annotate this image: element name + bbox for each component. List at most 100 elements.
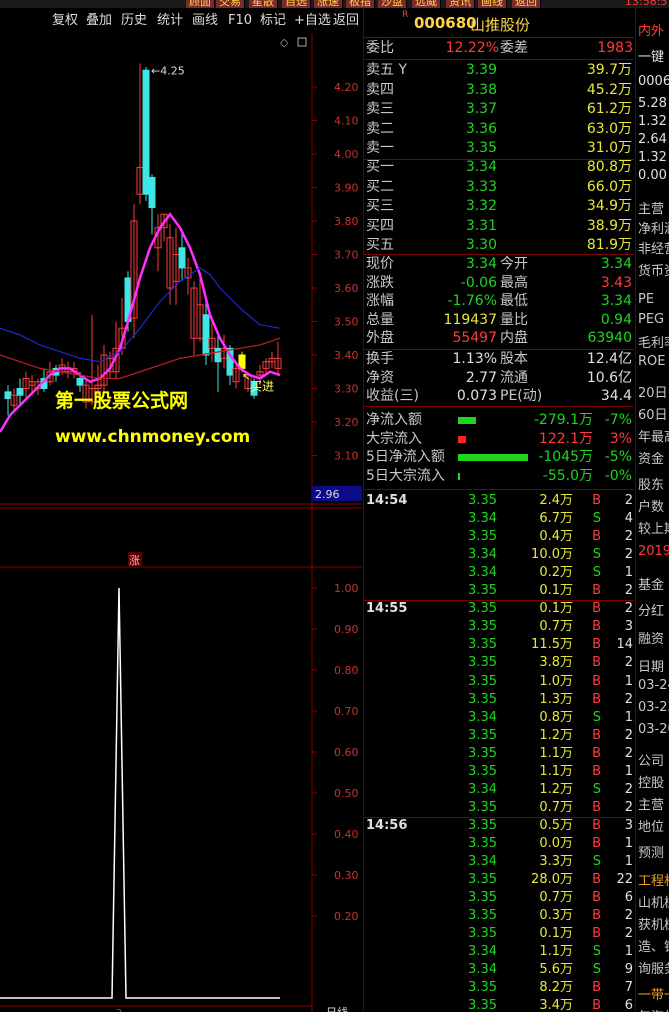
sep	[364, 59, 634, 60]
f10-item[interactable]: 5.28	[638, 96, 667, 111]
f10-item[interactable]: 1.32	[638, 150, 667, 165]
toolbar-btn-7[interactable]: +自选	[294, 12, 331, 30]
top-menu-3[interactable]: 自选	[282, 0, 311, 8]
f10-item[interactable]: 03-20	[638, 722, 669, 737]
f10-item[interactable]: 融资	[638, 628, 664, 647]
top-menu-6[interactable]: 沙盘	[378, 0, 407, 8]
f10-item[interactable]: 毛利率	[638, 332, 669, 351]
f10-item[interactable]: 工程机	[638, 870, 669, 889]
toolbar-btn-2[interactable]: 历史	[121, 12, 147, 30]
f10-item[interactable]: 日期	[638, 656, 664, 675]
f10-item[interactable]: 03-24	[638, 678, 669, 693]
ask-vol: 45.2万	[586, 81, 632, 98]
f10-item[interactable]: 1.32	[638, 114, 667, 129]
f10-item[interactable]: 净利润	[638, 218, 669, 237]
f10-item[interactable]: 地位	[638, 816, 664, 835]
f10-item[interactable]: PE	[638, 292, 654, 307]
f10-item[interactable]: 询服务	[638, 958, 669, 977]
tick-row: 3.35 1.1万 B 1	[364, 763, 634, 781]
f10-item[interactable]: 造、销	[638, 936, 669, 955]
tick-row: 3.35 1.0万 B 1	[364, 673, 634, 691]
toolbar-btn-5[interactable]: F10	[228, 12, 252, 30]
f10-item[interactable]: 非经营	[638, 238, 669, 257]
f10-item[interactable]: 0006	[638, 74, 669, 89]
toolbar-btn-3[interactable]: 统计	[157, 12, 183, 30]
tick-price: 3.35	[468, 727, 497, 743]
f10-item[interactable]: 年海外	[638, 1006, 669, 1012]
kline-chart-area[interactable]: ◇ 4.20 4.10 4.00 3.90 3.80 3.70 3.60 3.50 3.40 3.3…	[0, 34, 362, 1012]
bottom-tab-daily[interactable]: 日线	[326, 1005, 348, 1012]
f10-item[interactable]: 0.00	[638, 168, 667, 183]
f10-item[interactable]: 年最高	[638, 426, 669, 445]
top-menu-10[interactable]: 返回	[512, 0, 541, 8]
f10-item[interactable]: 20日	[638, 382, 668, 401]
f10-item[interactable]: 基金	[638, 574, 664, 593]
top-menu-bar: 顾面 交易 星散 自选 涨速 板指 沙盘 远威 资讯 画线 返回 13:58:5	[0, 0, 669, 8]
tick-count: 2	[624, 493, 633, 508]
toolbar-btn-0[interactable]: 复权	[52, 12, 78, 30]
tick-vol: 0.1万	[539, 601, 573, 617]
top-menu-0[interactable]: 顾面	[186, 0, 215, 8]
f10-item[interactable]: PEG	[638, 312, 664, 327]
top-menu-8[interactable]: 资讯	[446, 0, 475, 8]
f10-item[interactable]: 股东	[638, 474, 664, 493]
stat2-value: 1.13%	[452, 351, 497, 367]
tick-dir: B	[592, 926, 601, 942]
toolbar-btn-6[interactable]: 标记	[260, 12, 286, 30]
tick-count: 2	[624, 529, 633, 545]
tick-price: 3.35	[468, 980, 497, 996]
top-menu-5[interactable]: 板指	[346, 0, 375, 8]
f10-item[interactable]: 获机械	[638, 914, 669, 933]
f10-item[interactable]: 一带一	[638, 984, 669, 1003]
f10-item[interactable]: 2.64	[638, 132, 667, 147]
diamond-icon[interactable]: ◇	[280, 36, 289, 49]
tick-count: 3	[624, 817, 633, 833]
kline-chart-svg[interactable]: ◇ 4.20 4.10 4.00 3.90 3.80 3.70 3.60 3.50 3.40 3.3…	[0, 34, 362, 1012]
top-menu-1[interactable]: 交易	[216, 0, 245, 8]
candle-body	[178, 247, 186, 269]
toolbar-btn-8[interactable]: 返回	[333, 12, 359, 30]
flow-row-0: 净流入额 -279.1万 -7%	[364, 411, 634, 430]
bid-label: 买一	[366, 159, 394, 175]
f10-item[interactable]: 公司	[638, 750, 664, 769]
tick-price: 3.35	[468, 529, 497, 545]
f10-item[interactable]: 主营	[638, 794, 664, 813]
f10-item[interactable]: 内外	[638, 20, 664, 39]
tick-dir: B	[592, 655, 601, 671]
f10-item[interactable]: 分红	[638, 600, 664, 619]
tick-row: 3.35 8.2万 B 7	[364, 979, 634, 997]
tick-vol: 8.2万	[539, 980, 573, 996]
flow-value: -55.0万	[542, 467, 593, 484]
f10-item[interactable]: 60日	[638, 404, 668, 423]
f10-item[interactable]: 户数	[638, 496, 664, 515]
tick-row: 3.35 1.2万 B 2	[364, 727, 634, 745]
f10-item[interactable]: 较上期	[638, 518, 669, 537]
toolbar-btn-1[interactable]: 叠加	[86, 12, 112, 30]
stat-row-3: 总量 119437 量比 0.94	[364, 311, 634, 330]
tick-row: 3.35 0.3万 B 2	[364, 907, 634, 925]
f10-item[interactable]: ROE	[638, 354, 665, 369]
top-menu-4[interactable]: 涨速	[314, 0, 343, 8]
f10-item[interactable]: 货币资	[638, 260, 669, 279]
f10-item[interactable]: 控股	[638, 772, 664, 791]
weibi-label: 委比	[366, 40, 394, 56]
f10-item[interactable]: 资金	[638, 448, 664, 467]
stat2-row-1: 净资 2.77 流通 10.6亿	[364, 369, 634, 388]
toolbar-btn-4[interactable]: 画线	[192, 12, 218, 30]
f10-item[interactable]: 主营	[638, 198, 664, 217]
f10-item[interactable]: 山机械	[638, 892, 669, 911]
window-icon[interactable]	[297, 37, 307, 47]
f10-item[interactable]: 一键	[638, 46, 664, 65]
top-menu-9[interactable]: 画线	[478, 0, 507, 8]
f10-item[interactable]: 03-23	[638, 700, 669, 715]
tick-count: 1	[624, 763, 633, 779]
f10-item[interactable]: 2019	[638, 544, 669, 559]
stock-header: R 000680 山推股份	[364, 8, 634, 38]
top-menu-7[interactable]: 远威	[412, 0, 441, 8]
tick-vol: 1.3万	[539, 691, 573, 707]
tick-dir: B	[592, 817, 601, 833]
tick-row: 3.34 5.6万 S 9	[364, 961, 634, 979]
top-menu-2[interactable]: 星散	[249, 0, 278, 8]
tick-row: 3.34 0.2万 S 1	[364, 564, 634, 582]
f10-item[interactable]: 预测	[638, 842, 664, 861]
